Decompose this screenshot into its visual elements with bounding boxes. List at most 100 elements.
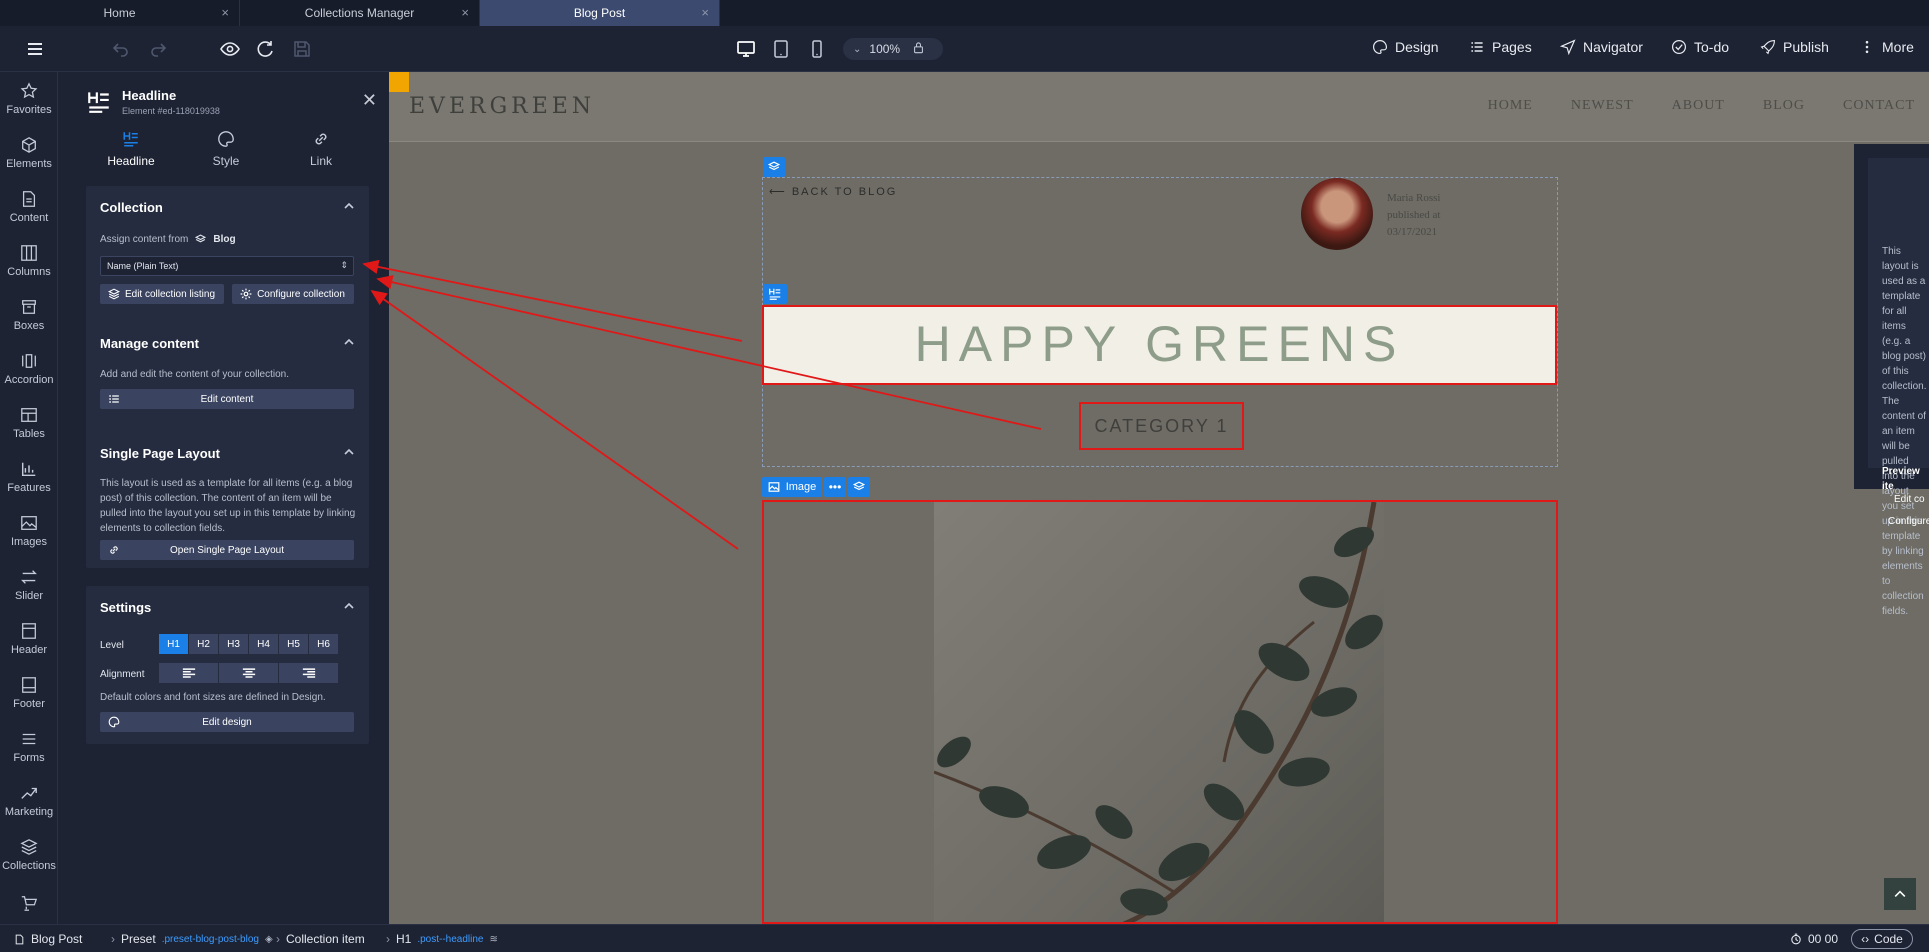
tab-link[interactable]: Link (276, 130, 366, 174)
list-icon (109, 395, 119, 403)
sidebar-item-header[interactable]: Header (0, 612, 58, 666)
palette-icon (218, 131, 234, 147)
align-center-button[interactable] (219, 663, 278, 683)
tab-style[interactable]: Style (181, 130, 271, 174)
field-select[interactable]: Name (Plain Text) ⇕ (100, 256, 354, 276)
sidebar-item-accordion[interactable]: Accordion (0, 342, 58, 396)
headline-icon (769, 288, 781, 300)
align-right-icon (302, 667, 315, 678)
sidebar-item-images[interactable]: Images (0, 504, 58, 558)
home-page-flag-icon[interactable] (389, 72, 409, 92)
sidebar-item-features[interactable]: Features (0, 450, 58, 504)
level-h3-button[interactable]: H3 (219, 634, 248, 654)
sidebar-item-elements[interactable]: Elements (0, 126, 58, 180)
level-h5-button[interactable]: H5 (279, 634, 308, 654)
more-options-icon[interactable]: ••• (824, 477, 846, 497)
sidebar-item-marketing[interactable]: Marketing (0, 774, 58, 828)
chevron-up-icon[interactable] (343, 446, 355, 458)
edit-content-link[interactable]: Edit co (1894, 492, 1929, 507)
close-icon[interactable]: × (701, 5, 709, 20)
tablet-view-icon[interactable] (770, 38, 792, 60)
layers-icon: ≋ (489, 933, 498, 945)
code-button[interactable]: ‹› Code (1851, 929, 1913, 949)
sidebar-item-footer[interactable]: Footer (0, 666, 58, 720)
sidebar-item-label: Forms (13, 752, 45, 764)
breadcrumb-collection-item[interactable]: › Collection item (276, 932, 365, 946)
sidebar-item-favorites[interactable]: Favorites (0, 72, 58, 126)
edit-design-button[interactable]: Edit design (100, 712, 354, 732)
breadcrumb-h1[interactable]: › H1 .post--headline ≋ (386, 932, 498, 946)
collection-link-icon[interactable] (848, 477, 870, 497)
image-element-tag[interactable]: Image (762, 477, 822, 497)
browser-tab-collections-manager[interactable]: Collections Manager × (240, 0, 480, 26)
chevron-up-icon[interactable] (343, 200, 355, 212)
tab-label: Blog Post (573, 6, 626, 20)
preview-eye-icon[interactable] (219, 38, 241, 60)
scroll-to-top-button[interactable] (1884, 878, 1916, 910)
back-to-blog-link[interactable]: ⟵ BACK TO BLOG (769, 185, 897, 198)
section-title: Collection (100, 200, 163, 215)
hamburger-menu-icon[interactable] (24, 38, 46, 60)
nav-newest[interactable]: NEWEST (1571, 98, 1634, 114)
todo-button[interactable]: To-do (1671, 39, 1729, 55)
sidebar-item-label: Favorites (6, 104, 52, 116)
zoom-dropdown[interactable]: ⌄ 100% (843, 38, 943, 60)
page-canvas[interactable]: EVERGREEN HOME NEWEST ABOUT BLOG CONTACT… (389, 72, 1929, 924)
edit-content-button[interactable]: Edit content (100, 389, 354, 409)
level-h2-button[interactable]: H2 (189, 634, 218, 654)
pages-button[interactable]: Pages (1469, 39, 1532, 55)
redo-icon[interactable] (147, 38, 169, 60)
align-left-button[interactable] (159, 663, 218, 683)
breadcrumb-preset[interactable]: › Preset .preset-blog-post-blog ◈ (111, 932, 273, 946)
chevron-up-icon[interactable] (343, 336, 355, 348)
cart-icon[interactable] (0, 882, 58, 924)
nav-about[interactable]: ABOUT (1672, 98, 1725, 114)
level-h1-button[interactable]: H1 (159, 634, 188, 654)
level-h4-button[interactable]: H4 (249, 634, 278, 654)
refresh-icon[interactable] (254, 38, 276, 60)
slider-icon (21, 570, 37, 584)
more-button[interactable]: More (1859, 39, 1914, 55)
open-single-page-layout-button[interactable]: Open Single Page Layout (100, 540, 354, 560)
check-circle-icon (1672, 40, 1686, 54)
sidebar-item-content[interactable]: Content (0, 180, 58, 234)
breadcrumb-page[interactable]: Blog Post (14, 932, 82, 946)
browser-tab-blog-post[interactable]: Blog Post × (480, 0, 720, 26)
close-icon[interactable]: × (461, 5, 469, 20)
cube-icon (22, 137, 36, 153)
back-label: BACK TO BLOG (791, 186, 898, 198)
publish-button[interactable]: Publish (1760, 39, 1829, 55)
sidebar-item-columns[interactable]: Columns (0, 234, 58, 288)
mobile-view-icon[interactable] (806, 38, 828, 60)
nav-contact[interactable]: CONTACT (1843, 98, 1915, 114)
close-icon[interactable]: ✕ (362, 90, 377, 111)
sidebar-item-tables[interactable]: Tables (0, 396, 58, 450)
browser-tab-home[interactable]: Home × (0, 0, 240, 26)
sidebar-item-boxes[interactable]: Boxes (0, 288, 58, 342)
edit-collection-listing-button[interactable]: Edit collection listing (100, 284, 224, 304)
category-label[interactable]: CATEGORY 1 (1079, 402, 1244, 450)
close-icon[interactable]: × (221, 5, 229, 20)
post-headline: HAPPY GREENS (914, 316, 1405, 372)
sidebar-item-forms[interactable]: Forms (0, 720, 58, 774)
lock-icon[interactable] (912, 41, 925, 57)
desktop-view-icon[interactable] (735, 38, 757, 60)
site-logo[interactable]: EVERGREEN (409, 94, 595, 119)
sidebar-item-slider[interactable]: Slider (0, 558, 58, 612)
undo-icon[interactable] (110, 38, 132, 60)
save-icon[interactable] (291, 38, 313, 60)
design-button[interactable]: Design (1372, 39, 1439, 55)
sidebar-item-collections[interactable]: Collections (0, 828, 58, 882)
navigator-button[interactable]: Navigator (1560, 39, 1643, 55)
nav-home[interactable]: HOME (1488, 98, 1533, 114)
headline-element[interactable]: HAPPY GREENS (762, 305, 1557, 385)
align-right-button[interactable] (279, 663, 338, 683)
nav-blog[interactable]: BLOG (1763, 98, 1805, 114)
collection-item-tag[interactable] (763, 157, 785, 177)
tab-headline[interactable]: Headline (86, 130, 176, 174)
headline-element-tag[interactable] (763, 284, 787, 304)
configure-link[interactable]: Configure (1888, 514, 1929, 529)
chevron-up-icon[interactable] (343, 600, 355, 612)
level-h6-button[interactable]: H6 (309, 634, 338, 654)
configure-collection-button[interactable]: Configure collection (232, 284, 354, 304)
